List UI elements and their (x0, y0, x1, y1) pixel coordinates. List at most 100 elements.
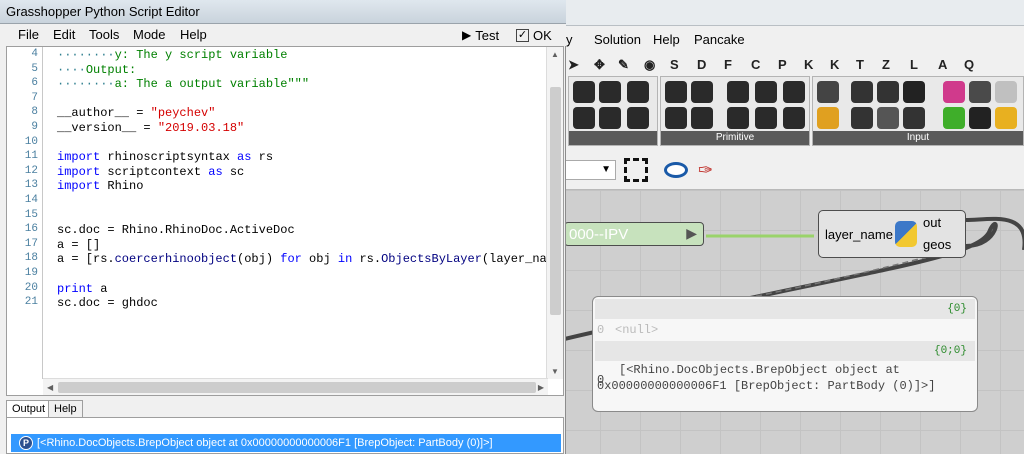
ribbon-button-icon[interactable] (665, 107, 687, 129)
gh-tab-t[interactable]: T (856, 57, 864, 72)
test-button[interactable]: ▶ Test (462, 26, 499, 44)
gh-tab-eye-icon[interactable]: ◉ (644, 57, 655, 73)
python-logo-icon (895, 221, 917, 247)
ribbon-button-icon[interactable] (627, 107, 649, 129)
code-line[interactable]: sc.doc = Rhino.RhinoDoc.ActiveDoc (57, 223, 295, 237)
gh-tab-k[interactable]: K (804, 57, 813, 72)
gh-tab-k2[interactable]: K (830, 57, 839, 72)
gh-tab-c[interactable]: C (751, 57, 760, 72)
ribbon-button-icon[interactable] (817, 107, 839, 129)
gh-tab-z[interactable]: Z (882, 57, 890, 72)
ribbon-button-icon[interactable] (783, 81, 805, 103)
gh-tab-a[interactable]: A (938, 57, 947, 72)
gh-tab-arrow-icon[interactable]: ➤ (568, 57, 579, 73)
ribbon-button-icon[interactable] (755, 81, 777, 103)
menu-edit[interactable]: Edit (53, 27, 75, 42)
ribbon-button-icon[interactable] (727, 107, 749, 129)
horizontal-scrollbar[interactable]: ◀ ▶ (43, 378, 548, 395)
ribbon-button-icon[interactable] (665, 81, 687, 103)
gh-tab-shuffle-icon[interactable]: ✥ (594, 57, 605, 73)
line-number: 6 (31, 77, 38, 90)
gh-tab-q[interactable]: Q (964, 57, 974, 72)
gh-menu-solution[interactable]: Solution (594, 32, 641, 47)
output-line[interactable]: P [<Rhino.DocObjects.BrepObject object a… (11, 434, 561, 452)
ribbon-button-icon[interactable] (727, 81, 749, 103)
code-line[interactable]: ····Output: (57, 63, 136, 77)
ribbon-button-icon[interactable] (943, 107, 965, 129)
ribbon-button-icon[interactable] (817, 81, 839, 103)
tab-help[interactable]: Help (48, 400, 83, 418)
gh-tab-s[interactable]: S (670, 57, 679, 72)
gh-tab-p[interactable]: P (778, 57, 787, 72)
calendar-icon[interactable] (969, 81, 991, 103)
brush-icon[interactable]: ✑ (698, 160, 718, 180)
ribbon-button-icon[interactable] (599, 81, 621, 103)
zoom-dropdown[interactable]: ▼ (560, 160, 616, 180)
gh-menubar: y Solution Help Pancake (560, 26, 1024, 54)
code-line[interactable]: import Rhino (57, 179, 143, 193)
code-line[interactable]: import rhinoscriptsyntax as rs (57, 150, 273, 164)
gh-tab-l[interactable]: L (910, 57, 918, 72)
ribbon-button-icon[interactable] (627, 81, 649, 103)
ribbon-button-icon[interactable] (877, 107, 899, 129)
gh-canvas[interactable]: 000--IPV ▶ layer_name out geos {0} 0 <nu… (560, 190, 1024, 454)
vertical-scrollbar[interactable]: ▲ ▼ (546, 47, 563, 379)
scrollbar-thumb[interactable] (550, 87, 561, 315)
ribbon-button-icon[interactable] (903, 107, 925, 129)
menu-help[interactable]: Help (180, 27, 207, 42)
code-token: coercerhinoobject (114, 252, 238, 267)
ribbon-button-icon[interactable] (573, 107, 595, 129)
select-icon[interactable] (624, 158, 648, 182)
gh-tab-f[interactable]: F (724, 57, 732, 72)
scrollbar-thumb[interactable] (58, 382, 536, 393)
ribbon-button-icon[interactable] (995, 81, 1017, 103)
menu-file[interactable]: File (18, 27, 39, 42)
gh-menu-item[interactable]: y (566, 32, 573, 47)
clock-icon[interactable] (969, 107, 991, 129)
gh-tab-pen-icon[interactable]: ✎ (618, 57, 629, 73)
code-line[interactable]: import scriptcontext as sc (57, 165, 244, 179)
code-line[interactable]: __version__ = "2019.03.18" (57, 121, 244, 135)
ribbon-button-icon[interactable] (877, 81, 899, 103)
ribbon-button-icon[interactable] (691, 81, 713, 103)
code-line[interactable]: __author__ = "peychev" (57, 106, 215, 120)
ribbon-button-icon[interactable] (599, 107, 621, 129)
ribbon-button-icon[interactable] (851, 107, 873, 129)
ribbon-button-icon[interactable] (903, 81, 925, 103)
code-token: import (57, 164, 101, 179)
scroll-right-icon[interactable]: ▶ (538, 383, 544, 392)
gh-tab-d[interactable]: D (697, 57, 706, 72)
gh-menu-help[interactable]: Help (653, 32, 680, 47)
menu-tools[interactable]: Tools (89, 27, 119, 42)
ribbon-button-icon[interactable] (755, 107, 777, 129)
panel-node[interactable]: {0} 0 <null> {0;0} 0 [<Rhino.DocObjects.… (592, 296, 978, 412)
code-line[interactable]: ········a: The a output variable""" (57, 77, 309, 91)
line-number: 14 (24, 194, 38, 206)
line-number: 10 (24, 135, 38, 148)
gh-menu-pancake[interactable]: Pancake (694, 32, 745, 47)
eye-icon[interactable] (664, 162, 688, 178)
scroll-down-icon[interactable]: ▼ (551, 367, 559, 376)
code-editor[interactable]: 4 5 6 7 8 9 10 11 12 13 14 15 16 17 18 19 20 21 ········y… (6, 46, 564, 396)
python-component-node[interactable]: layer_name out geos (818, 210, 966, 258)
code-line[interactable]: ········y: The y script variable (57, 48, 287, 62)
code-line[interactable]: a = [rs.coercerhinoobject(obj) for obj i… (57, 252, 563, 267)
number-slider-node[interactable]: 000--IPV ▶ (564, 222, 704, 246)
code-line[interactable]: print a (57, 282, 107, 296)
ribbon-button-icon[interactable] (691, 107, 713, 129)
ribbon-button-icon[interactable] (851, 81, 873, 103)
line-number: 8 (31, 106, 38, 119)
ribbon-button-icon[interactable] (995, 107, 1017, 129)
scroll-up-icon[interactable]: ▲ (551, 50, 559, 59)
ribbon-button-icon[interactable] (943, 81, 965, 103)
scroll-left-icon[interactable]: ◀ (47, 383, 53, 392)
code-line[interactable]: sc.doc = ghdoc (57, 296, 158, 310)
ribbon-button-icon[interactable] (573, 81, 595, 103)
tab-output[interactable]: Output (6, 400, 52, 418)
ribbon-button-icon[interactable] (783, 107, 805, 129)
code-line[interactable]: a = [] (57, 238, 100, 252)
panel-item-value-line2: 0x00000000000006F1 [BrepObject: PartBody… (597, 379, 936, 393)
panel-branch-header: {0;0} (595, 341, 975, 361)
menu-mode[interactable]: Mode (133, 27, 166, 42)
ok-button[interactable]: ✓ OK (516, 26, 552, 44)
